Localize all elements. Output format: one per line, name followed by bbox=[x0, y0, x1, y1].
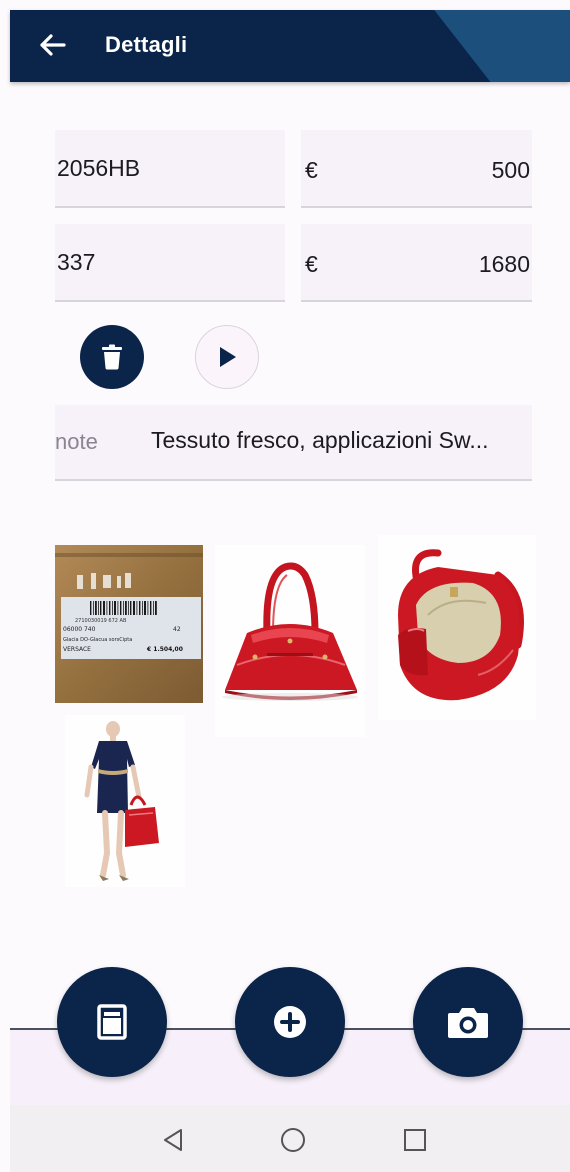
red-bag-front-image bbox=[222, 562, 358, 701]
camera-icon bbox=[448, 1008, 488, 1038]
label-line-3: 42 bbox=[173, 626, 181, 633]
appbar-accent-shape bbox=[424, 10, 570, 82]
note-value: Tessuto fresco, applicazioni Sw... bbox=[151, 427, 489, 453]
play-button[interactable] bbox=[195, 325, 259, 389]
photo-thumbnail-label[interactable]: 2710030019 672 AB 06000 740 42 Glacia DO… bbox=[55, 545, 203, 703]
note-label: note bbox=[55, 429, 98, 454]
note-field[interactable]: note Tessuto fresco, applicazioni Sw... bbox=[55, 405, 532, 481]
label-photo-image: 2710030019 672 AB 06000 740 42 Glacia DO… bbox=[55, 545, 203, 703]
label-line-2: 06000 740 bbox=[63, 626, 96, 633]
label-line-5: VERSACE bbox=[63, 646, 91, 653]
system-nav-bar bbox=[10, 1105, 570, 1172]
add-circle-icon bbox=[274, 1006, 306, 1038]
back-button[interactable] bbox=[32, 25, 72, 65]
trash-icon bbox=[102, 344, 122, 370]
photo-thumbnail-bag-open[interactable] bbox=[378, 535, 536, 720]
label-line-4: Glacia DO-Glacua sorsCipta bbox=[63, 637, 132, 643]
home-circle-icon bbox=[281, 1128, 305, 1152]
photo-thumbnail-model[interactable] bbox=[65, 715, 185, 887]
currency-symbol-1: € bbox=[305, 157, 318, 183]
price-field-1[interactable]: € 500 bbox=[301, 130, 532, 208]
price-value-1: 500 bbox=[491, 157, 530, 183]
arrow-left-icon bbox=[40, 34, 66, 56]
label-line-6: € 1.504,00 bbox=[146, 646, 183, 653]
nav-recents-button[interactable] bbox=[395, 1120, 435, 1160]
add-button[interactable] bbox=[235, 967, 345, 1077]
code-field-2[interactable]: 337 bbox=[55, 224, 285, 302]
code-field-1[interactable]: 2056HB bbox=[55, 130, 285, 208]
play-icon bbox=[220, 347, 236, 367]
currency-symbol-2: € bbox=[305, 251, 318, 277]
recents-square-icon bbox=[404, 1129, 426, 1151]
back-triangle-icon bbox=[164, 1129, 182, 1151]
code-value-2: 337 bbox=[57, 248, 96, 275]
red-bag-open-image bbox=[398, 549, 524, 701]
model-dress-image bbox=[84, 721, 159, 881]
app-bar: Dettagli bbox=[10, 10, 570, 82]
document-button[interactable] bbox=[57, 967, 167, 1077]
nav-home-button[interactable] bbox=[273, 1120, 313, 1160]
camera-button[interactable] bbox=[413, 967, 523, 1077]
delete-button[interactable] bbox=[80, 325, 144, 389]
nav-back-button[interactable] bbox=[153, 1120, 193, 1160]
page-title: Dettagli bbox=[105, 32, 188, 57]
document-icon bbox=[97, 1004, 127, 1040]
price-value-2: 1680 bbox=[478, 251, 530, 277]
photo-thumbnail-bag-front[interactable] bbox=[215, 545, 365, 737]
label-line-1: 2710030019 672 AB bbox=[75, 618, 127, 624]
price-field-2[interactable]: € 1680 bbox=[301, 224, 532, 302]
code-value-1: 2056HB bbox=[57, 154, 141, 181]
